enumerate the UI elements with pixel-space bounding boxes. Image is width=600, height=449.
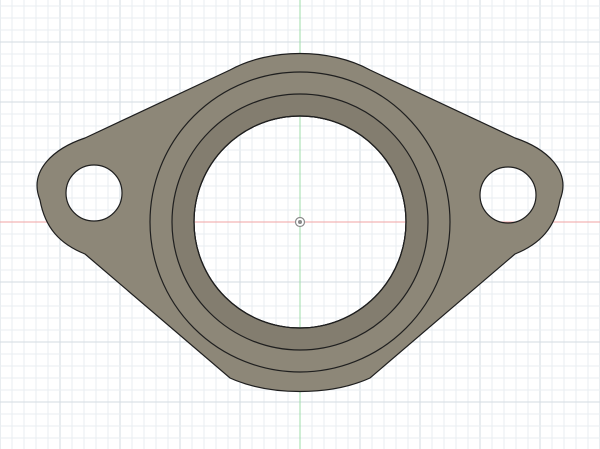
cad-canvas[interactable] — [0, 0, 600, 449]
cad-viewport[interactable] — [0, 0, 600, 449]
origin-point-icon[interactable] — [294, 216, 306, 228]
